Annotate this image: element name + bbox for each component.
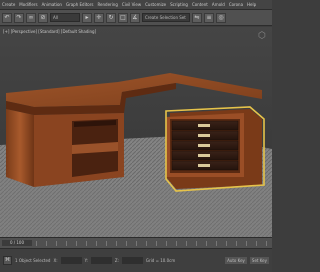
snap-icon[interactable]: ∡ — [130, 12, 140, 23]
menu-item-corona[interactable]: Corona — [229, 2, 243, 7]
menu-item-animation[interactable]: Animation — [42, 2, 62, 7]
menu-bar: Create Modifiers Animation Graph Editors… — [0, 0, 272, 10]
timeline-ticks — [36, 241, 268, 246]
mirror-icon[interactable]: ⇋ — [192, 12, 202, 23]
x-coordinate-field[interactable] — [60, 257, 82, 264]
x-label: X: — [53, 258, 58, 263]
z-coordinate-field[interactable] — [121, 257, 143, 264]
align-icon[interactable]: ≡ — [204, 12, 214, 23]
main-toolbar: ↶ ↷ ∞ ⊘ All ▸ ✛ ↻ □ ∡ Create Selection S… — [0, 10, 272, 26]
named-selection-dropdown[interactable]: Create Selection Set — [142, 13, 190, 22]
undo-icon[interactable]: ↶ — [2, 12, 12, 23]
y-coordinate-field[interactable] — [90, 257, 112, 264]
menu-item-civil-view[interactable]: Civil View — [122, 2, 141, 7]
menu-item-help[interactable]: Help — [247, 2, 256, 7]
set-key-button[interactable]: Set Key — [249, 257, 269, 264]
redo-icon[interactable]: ↷ — [14, 12, 24, 23]
viewport-label[interactable]: [+] [Perspective] [Standard] [Default Sh… — [3, 29, 96, 34]
menu-item-rendering[interactable]: Rendering — [97, 2, 117, 7]
perspective-viewport[interactable]: [+] [Perspective] [Standard] [Default Sh… — [0, 27, 272, 237]
viewport-scene — [0, 27, 272, 237]
scale-icon[interactable]: □ — [118, 12, 128, 23]
menu-item-content[interactable]: Content — [192, 2, 208, 7]
z-label: Z: — [114, 258, 119, 263]
drawers — [171, 120, 239, 171]
maxscript-listener-icon[interactable]: ⌘ — [3, 256, 12, 265]
select-icon[interactable]: ▸ — [82, 12, 92, 23]
render-icon[interactable]: ◎ — [216, 12, 226, 23]
menu-item-graph-editors[interactable]: Graph Editors — [66, 2, 93, 7]
link-icon[interactable]: ∞ — [26, 12, 36, 23]
unlink-icon[interactable]: ⊘ — [38, 12, 48, 23]
selection-status: 1 Object Selected — [15, 258, 51, 263]
menu-item-create[interactable]: Create — [2, 2, 15, 7]
frame-counter[interactable]: 0 / 100 — [2, 240, 32, 246]
move-icon[interactable]: ✛ — [94, 12, 104, 23]
selection-filter-dropdown[interactable]: All — [50, 13, 80, 22]
menu-item-arnold[interactable]: Arnold — [212, 2, 225, 7]
grid-size: Grid = 10.0cm — [145, 258, 176, 263]
viewcube-icon[interactable]: ⬡ — [258, 31, 266, 41]
rotate-icon[interactable]: ↻ — [106, 12, 116, 23]
left-pedestal — [6, 109, 34, 187]
status-bar: ⌘ 1 Object Selected X: Y: Z: Grid = 10.0… — [0, 249, 272, 272]
auto-key-button[interactable]: Auto Key — [225, 257, 247, 264]
y-label: Y: — [84, 258, 88, 263]
timeline[interactable]: 0 / 100 — [0, 237, 272, 249]
menu-item-modifiers[interactable]: Modifiers — [19, 2, 37, 7]
menu-item-scripting[interactable]: Scripting — [170, 2, 188, 7]
menu-item-customize[interactable]: Customize — [145, 2, 166, 7]
